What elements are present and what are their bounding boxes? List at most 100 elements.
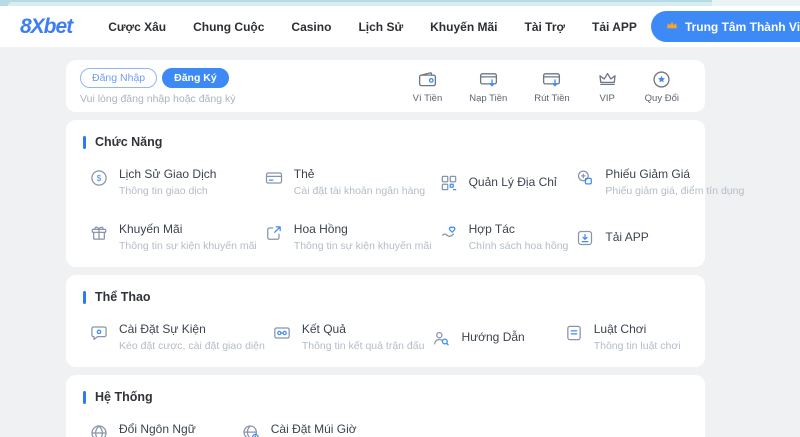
download-app-icon	[575, 228, 595, 248]
menu-item-hop-tac[interactable]: Hợp Tác Chính sách hoa hồng	[432, 210, 569, 265]
section-title: Thể Thao	[95, 290, 151, 304]
menu-item-hoa-hong[interactable]: Hoa Hồng Thông tin sự kiện khuyến mãi	[257, 210, 432, 265]
quick-action-label: VIP	[600, 93, 615, 104]
section-header: Thể Thao	[83, 290, 689, 304]
menu-item-subtitle: Thông tin sự kiện khuyến mãi	[119, 240, 257, 252]
menu-item-cai-dat-mui-gio[interactable]: Cài Đặt Múi Giờ GMT+07:00	[234, 410, 386, 437]
menu-item-label: Phiếu Giảm Giá	[605, 167, 744, 181]
exchange-icon	[651, 69, 672, 90]
event-settings-icon	[89, 323, 109, 343]
menu-item-phieu-giam-gia[interactable]: Phiếu Giảm Giá Phiếu giảm giá, điểm tín …	[568, 155, 744, 210]
nav-item-chung-cuoc[interactable]: Chung Cuộc	[193, 20, 264, 34]
menu-item-label: Hoa Hồng	[294, 222, 432, 236]
menu-item-luat-choi[interactable]: Luật Chơi Thông tin luật chơi	[557, 310, 689, 365]
card-login-button[interactable]: Đăng Nhập	[80, 68, 157, 88]
menu-item-doi-ngon-ngu[interactable]: Đổi Ngôn Ngữ Tiếng Việt	[82, 410, 234, 437]
rules-doc-icon	[564, 323, 584, 343]
account-pills: Đăng Nhập Đăng Ký	[80, 68, 236, 88]
bank-card-icon	[264, 168, 284, 188]
menu-item-label: Tải APP	[605, 230, 648, 244]
quick-action-nap-tien[interactable]: Nạp Tiền	[469, 69, 507, 104]
member-crown-icon	[665, 18, 679, 35]
menu-item-label: Thẻ	[294, 167, 425, 181]
section-accent-bar	[83, 291, 86, 304]
nav-item-tai-tro[interactable]: Tài Trợ	[524, 20, 565, 34]
nav-item-khuyen-mai[interactable]: Khuyến Mãi	[430, 20, 497, 34]
menu-item-huong-dan[interactable]: Hướng Dẫn	[424, 310, 556, 365]
section-items: Đổi Ngôn Ngữ Tiếng Việt Cài Đặt Múi Giờ …	[82, 410, 689, 437]
section-card-chuc-nang: Chức Năng $ Lịch Sử Giao Dịch Thông tin …	[66, 120, 705, 267]
section-accent-bar	[83, 136, 86, 149]
quick-action-rut-tien[interactable]: Rút Tiền	[534, 69, 569, 104]
account-login-area: Đăng Nhập Đăng Ký Vui lòng đăng nhập hoặ…	[80, 68, 236, 105]
section-card-he-thong: Hệ Thống Đổi Ngôn Ngữ Tiếng Việt Cài Đặt…	[66, 375, 705, 437]
browser-top-strip-corner	[712, 0, 800, 6]
menu-item-subtitle: Kéo đặt cược, cài đặt giao diện	[119, 340, 265, 352]
svg-text:$: $	[97, 173, 102, 183]
partner-heart-icon	[439, 223, 459, 243]
menu-item-lich-su-giao-dich[interactable]: $ Lịch Sử Giao Dịch Thông tin giao dịch	[82, 155, 257, 210]
menu-item-subtitle: Chính sách hoa hồng	[469, 240, 569, 252]
menu-item-label: Khuyến Mãi	[119, 222, 257, 236]
section-title: Chức Năng	[95, 135, 162, 149]
menu-item-subtitle: Thông tin luật chơi	[594, 340, 681, 352]
vip-crown-icon	[597, 69, 618, 90]
share-arrow-icon	[264, 223, 284, 243]
menu-item-cai-dat-su-kien[interactable]: Cài Đặt Sự Kiện Kéo đặt cược, cài đặt gi…	[82, 310, 265, 365]
dollar-circle-icon: $	[89, 168, 109, 188]
menu-item-subtitle: Phiếu giảm giá, điểm tín dụng	[605, 185, 744, 197]
menu-item-subtitle: Thông tin kết quả trận đấu	[302, 340, 425, 352]
gift-icon	[89, 223, 109, 243]
quick-action-vip[interactable]: VIP	[597, 69, 618, 104]
menu-item-label: Cài Đặt Sự Kiện	[119, 322, 265, 336]
guide-person-icon	[431, 328, 451, 348]
section-header: Chức Năng	[83, 135, 689, 149]
nav-item-lich-su[interactable]: Lịch Sử	[358, 20, 403, 34]
menu-item-tai-app[interactable]: Tải APP	[568, 210, 744, 265]
menu-item-label: Cài Đặt Múi Giờ	[271, 422, 357, 436]
login-hint-text: Vui lòng đăng nhập hoặc đăng ký	[80, 93, 236, 105]
browser-top-strip	[0, 0, 800, 6]
menu-item-label: Hợp Tác	[469, 222, 569, 236]
member-center-button[interactable]: Trung Tâm Thành Viên	[651, 11, 800, 42]
quick-action-vi-tien[interactable]: Ví Tiền	[413, 69, 443, 104]
menu-item-label: Quản Lý Địa Chỉ	[469, 175, 557, 189]
brand-logo[interactable]: 8Xbet	[20, 15, 72, 39]
quick-action-label: Ví Tiền	[413, 93, 443, 104]
quick-actions: Ví Tiền Nạp Tiền Rút Tiền VIP Quy Đổi	[413, 69, 679, 104]
section-items: Cài Đặt Sự Kiện Kéo đặt cược, cài đặt gi…	[82, 310, 689, 365]
menu-item-label: Luật Chơi	[594, 322, 681, 336]
globe-icon	[89, 423, 109, 437]
quick-action-quy-doi[interactable]: Quy Đổi	[645, 69, 679, 104]
menu-item-label: Hướng Dẫn	[461, 330, 524, 344]
nav-item-cuoc-xau[interactable]: Cược Xâu	[108, 20, 166, 34]
menu-item-the[interactable]: Thẻ Cài đặt tài khoản ngân hàng	[257, 155, 432, 210]
address-grid-icon	[439, 173, 459, 193]
menu-item-label: Kết Quả	[302, 322, 425, 336]
sections-container: Chức Năng $ Lịch Sử Giao Dịch Thông tin …	[66, 120, 800, 437]
menu-item-label: Đổi Ngôn Ngữ	[119, 422, 196, 436]
member-center-content: Đăng Nhập Đăng Ký Vui lòng đăng nhập hoặ…	[0, 48, 800, 437]
nav-item-tai-app[interactable]: Tải APP	[592, 20, 637, 34]
nav-item-casino[interactable]: Casino	[291, 20, 331, 34]
menu-item-subtitle: Thông tin giao dịch	[119, 185, 216, 197]
coupon-icon	[575, 168, 595, 188]
section-card-the-thao: Thể Thao Cài Đặt Sự Kiện Kéo đặt cược, c…	[66, 275, 705, 367]
account-card: Đăng Nhập Đăng Ký Vui lòng đăng nhập hoặ…	[66, 60, 705, 112]
quick-action-label: Rút Tiền	[534, 93, 569, 104]
member-center-label: Trung Tâm Thành Viên	[685, 20, 800, 34]
section-accent-bar	[83, 391, 86, 404]
menu-item-ket-qua[interactable]: Kết Quả Thông tin kết quả trận đấu	[265, 310, 425, 365]
menu-item-quan-ly-dia-chi[interactable]: Quản Lý Địa Chỉ	[432, 155, 569, 210]
menu-item-subtitle: Cài đặt tài khoản ngân hàng	[294, 185, 425, 197]
section-title: Hệ Thống	[95, 390, 153, 404]
menu-item-khuyen-mai[interactable]: Khuyến Mãi Thông tin sự kiện khuyến mãi	[82, 210, 257, 265]
menu-item-subtitle: Thông tin sự kiện khuyến mãi	[294, 240, 432, 252]
card-register-button[interactable]: Đăng Ký	[162, 68, 229, 88]
quick-action-label: Quy Đổi	[645, 93, 679, 104]
quick-action-label: Nạp Tiền	[469, 93, 507, 104]
scoreboard-icon	[272, 323, 292, 343]
browser-top-strip-inner	[8, 2, 752, 6]
nav-menu: Cược Xâu Chung Cuộc Casino Lịch Sử Khuyến Mã…	[108, 20, 637, 34]
deposit-icon	[478, 69, 499, 90]
